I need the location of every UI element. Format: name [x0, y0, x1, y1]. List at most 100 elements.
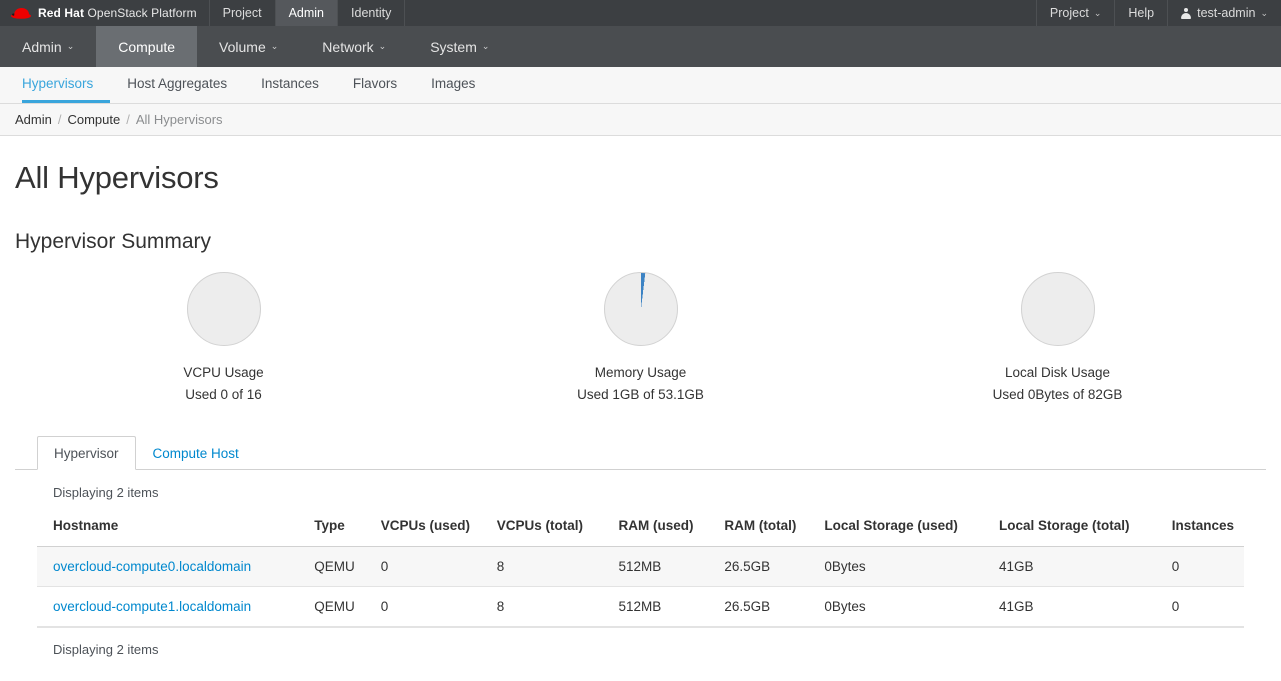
local-disk-usage-pie-chart — [1020, 272, 1095, 346]
column-header-vcpus-used[interactable]: VCPUs (used) — [364, 513, 481, 547]
column-header-ram-total[interactable]: RAM (total) — [708, 513, 809, 547]
cell-local-storage-used: 0Bytes — [808, 586, 984, 627]
cell-ram-used: 512MB — [602, 546, 709, 587]
memory-usage-pie-chart — [603, 272, 678, 346]
chevron-down-icon: ⌄ — [1093, 7, 1102, 18]
modnav-label-compute: Compute — [118, 38, 176, 55]
cell-ram-total: 26.5GB — [708, 586, 809, 627]
cell-hostname: overcloud-compute1.localdomain — [37, 586, 299, 627]
section-title-hypervisor-summary: Hypervisor Summary — [15, 230, 212, 253]
topnav-item-project[interactable]: Project — [210, 0, 276, 26]
table-count-bottom: Displaying 2 items — [37, 627, 1244, 657]
brand-title: Red Hat OpenStack Platform — [38, 6, 197, 20]
modnav-item-compute[interactable]: Compute — [96, 26, 198, 67]
main-content: All Hypervisors Hypervisor Summary VCPU … — [0, 160, 1281, 657]
chevron-down-icon: ⌄ — [270, 41, 279, 51]
chart-local-disk-usage: Local Disk Usage Used 0Bytes of 82GB — [849, 272, 1266, 402]
project-selector-label: Project — [1049, 6, 1089, 20]
top-right-nav: Project ⌄ Help test-admin ⌄ — [1035, 0, 1281, 26]
subnav-label-hypervisors: Hypervisors — [22, 76, 94, 91]
subnav-label-flavors: Flavors — [352, 76, 398, 91]
column-header-local-storage-used[interactable]: Local Storage (used) — [808, 513, 984, 547]
breadcrumb-item-compute[interactable]: Compute — [67, 112, 120, 127]
subnav-item-instances[interactable]: Instances — [244, 67, 336, 103]
local-disk-usage-subtitle: Used 0Bytes of 82GB — [992, 387, 1123, 402]
help-link[interactable]: Help — [1114, 0, 1167, 26]
table-count-top: Displaying 2 items — [53, 485, 159, 500]
tab-compute-host[interactable]: Compute Host — [136, 436, 256, 470]
vcpu-usage-pie-chart — [186, 272, 261, 346]
modnav-label-admin: Admin — [22, 38, 62, 55]
cell-instances: 0 — [1155, 546, 1244, 587]
cell-vcpus-used: 0 — [364, 546, 481, 587]
breadcrumb: Admin / Compute / All Hypervisors — [0, 104, 1281, 136]
hostname-link[interactable]: overcloud-compute0.localdomain — [53, 559, 251, 574]
cell-hostname: overcloud-compute0.localdomain — [37, 546, 299, 587]
subnav-label-instances: Instances — [261, 76, 319, 91]
top-context-nav: Project Admin Identity — [210, 0, 406, 26]
memory-usage-subtitle: Used 1GB of 53.1GB — [577, 387, 704, 402]
column-header-vcpus-total[interactable]: VCPUs (total) — [480, 513, 603, 547]
modnav-label-network: Network — [322, 38, 374, 55]
brand-title-bold: Red Hat — [38, 6, 85, 20]
table-row: overcloud-compute1.localdomain QEMU 0 8 … — [37, 586, 1244, 627]
brand-title-rest: OpenStack Platform — [84, 6, 197, 20]
breadcrumb-item-current: All Hypervisors — [135, 112, 223, 127]
subnav-item-hypervisors[interactable]: Hypervisors — [22, 67, 111, 103]
vcpu-usage-title: VCPU Usage — [183, 365, 264, 380]
topnav-label-project: Project — [222, 6, 262, 20]
chart-vcpu-usage: VCPU Usage Used 0 of 16 — [15, 272, 432, 402]
topnav-item-identity[interactable]: Identity — [338, 0, 406, 26]
red-hat-logo-icon — [11, 8, 31, 19]
cell-ram-used: 512MB — [602, 586, 709, 627]
column-header-hostname[interactable]: Hostname — [37, 513, 299, 547]
hostname-link[interactable]: overcloud-compute1.localdomain — [53, 599, 251, 614]
modnav-item-volume[interactable]: Volume ⌄ — [197, 26, 300, 67]
cell-vcpus-used: 0 — [364, 586, 481, 627]
column-header-ram-used[interactable]: RAM (used) — [602, 513, 709, 547]
topnav-label-identity: Identity — [351, 6, 392, 20]
hypervisor-table-container: Displaying 2 items Hostname Type VCPUs (… — [15, 470, 1266, 657]
sub-nav-bar: Hypervisors Host Aggregates Instances Fl… — [0, 67, 1281, 104]
subnav-item-images[interactable]: Images — [414, 67, 492, 103]
modnav-item-network[interactable]: Network ⌄ — [300, 26, 408, 67]
cell-local-storage-used: 0Bytes — [808, 546, 984, 587]
breadcrumb-item-admin[interactable]: Admin — [15, 112, 52, 127]
table-row: overcloud-compute0.localdomain QEMU 0 8 … — [37, 546, 1244, 587]
column-header-local-storage-total[interactable]: Local Storage (total) — [983, 513, 1156, 547]
cell-vcpus-total: 8 — [480, 546, 603, 587]
topnav-item-admin[interactable]: Admin — [275, 0, 339, 26]
hypervisor-summary-charts: VCPU Usage Used 0 of 16 Memory Usage Use… — [15, 272, 1266, 402]
module-nav-bar: Admin ⌄ Compute Volume ⌄ Network ⌄ Syste… — [0, 26, 1281, 67]
page-title: All Hypervisors — [15, 160, 219, 195]
modnav-label-volume: Volume — [219, 38, 266, 55]
tab-hypervisor[interactable]: Hypervisor — [37, 436, 136, 470]
brand-logo-area[interactable]: Red Hat OpenStack Platform — [0, 0, 210, 26]
resource-nav-tabs: Hypervisor Compute Host — [15, 436, 1266, 470]
table-body: overcloud-compute0.localdomain QEMU 0 8 … — [37, 546, 1244, 627]
table-header-row: Hostname Type VCPUs (used) VCPUs (total)… — [37, 513, 1244, 547]
cell-ram-total: 26.5GB — [708, 546, 809, 587]
hypervisor-table: Hostname Type VCPUs (used) VCPUs (total)… — [37, 513, 1244, 627]
project-selector-dropdown[interactable]: Project ⌄ — [1035, 0, 1114, 26]
cell-local-storage-total: 41GB — [983, 586, 1156, 627]
subnav-item-flavors[interactable]: Flavors — [336, 67, 414, 103]
cell-type: QEMU — [298, 546, 365, 587]
tab-compute-host-label: Compute Host — [152, 446, 239, 461]
chevron-down-icon: ⌄ — [481, 41, 490, 51]
cell-type: QEMU — [298, 586, 365, 627]
tab-hypervisor-label: Hypervisor — [54, 446, 119, 461]
user-icon — [1181, 7, 1192, 19]
breadcrumb-separator: / — [126, 112, 130, 127]
column-header-instances[interactable]: Instances — [1155, 513, 1244, 547]
local-disk-usage-title: Local Disk Usage — [1004, 365, 1111, 380]
column-header-type[interactable]: Type — [298, 513, 365, 547]
modnav-item-admin[interactable]: Admin ⌄ — [0, 26, 96, 67]
modnav-item-system[interactable]: System ⌄ — [408, 26, 511, 67]
top-brand-bar: Red Hat OpenStack Platform Project Admin… — [0, 0, 1281, 26]
user-menu-dropdown[interactable]: test-admin ⌄ — [1167, 0, 1281, 26]
user-menu-label: test-admin — [1197, 6, 1256, 20]
memory-usage-title: Memory Usage — [594, 365, 687, 380]
breadcrumb-separator: / — [57, 112, 62, 127]
subnav-item-host-aggregates[interactable]: Host Aggregates — [110, 67, 244, 103]
